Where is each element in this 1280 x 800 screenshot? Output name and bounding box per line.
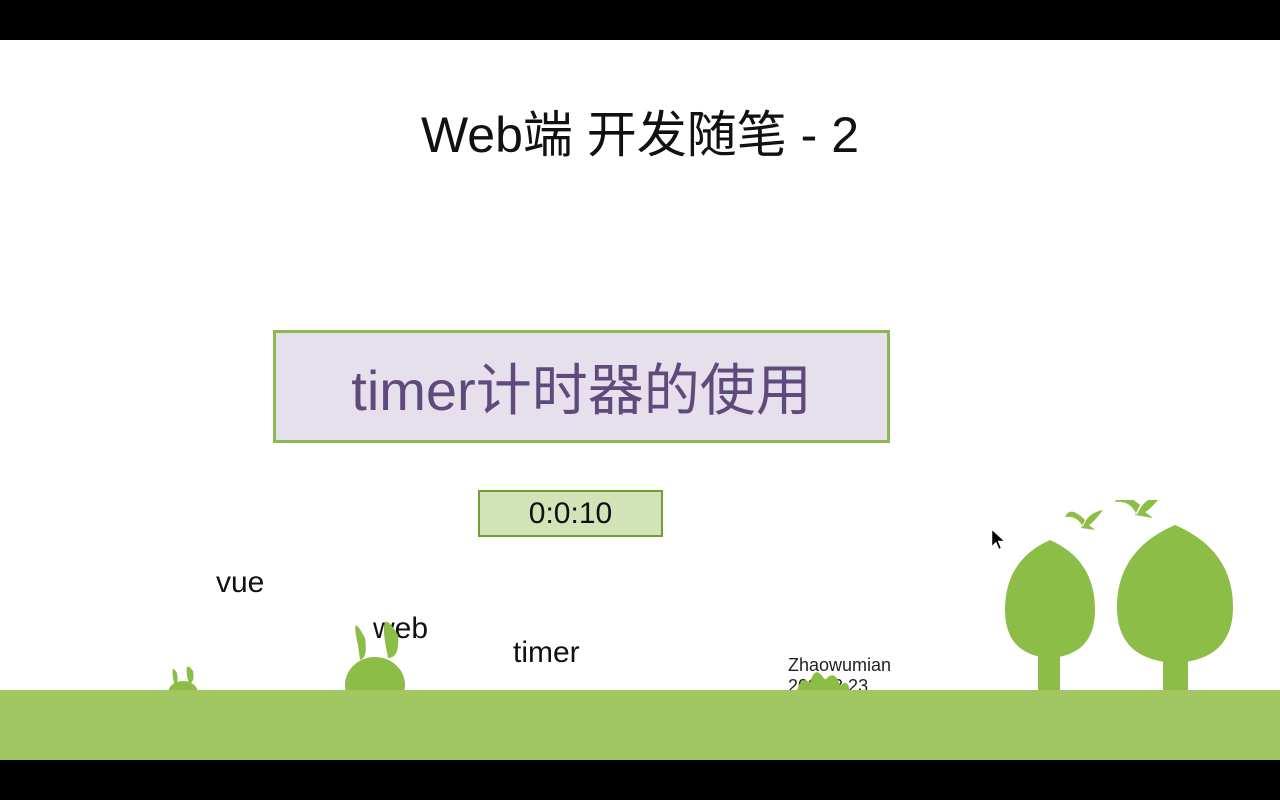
tag-timer: timer (513, 636, 580, 670)
slide: Web端 开发随笔 - 2 timer计时器的使用 0:0:10 vue web… (0, 40, 1280, 760)
ground-strip (0, 690, 1280, 760)
cursor-icon (992, 530, 1006, 550)
tag-vue: vue (216, 566, 264, 600)
author-name: Zhaowumian (788, 655, 891, 676)
slide-title: Web端 开发随笔 - 2 (0, 95, 1280, 167)
tag-web: web (373, 612, 428, 646)
subtitle-box: timer计时器的使用 (273, 330, 890, 443)
timer-value: 0:0:10 (529, 497, 612, 531)
subtitle-text: timer计时器的使用 (351, 346, 811, 427)
timer-display-box: 0:0:10 (478, 490, 663, 537)
